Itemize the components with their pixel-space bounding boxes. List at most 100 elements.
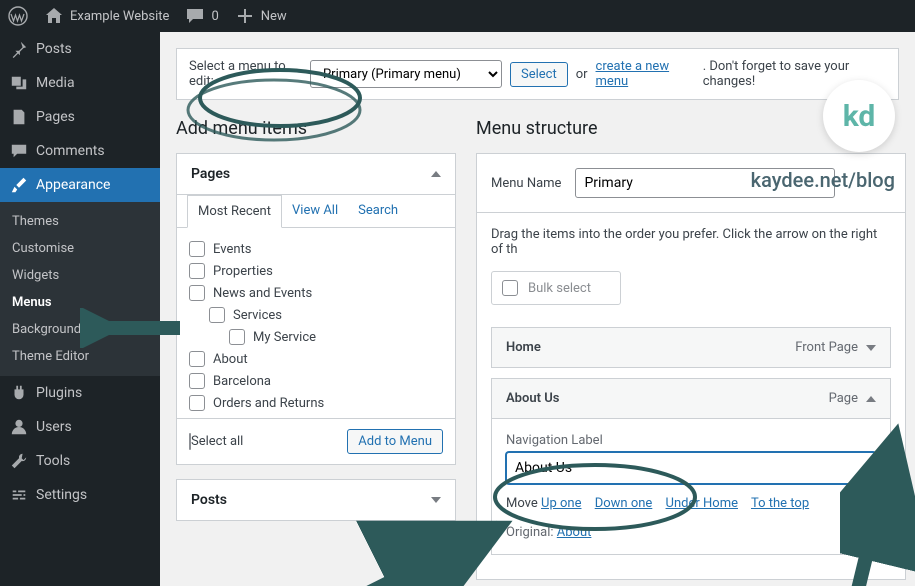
sidebar-item-label: Media xyxy=(36,75,75,91)
checkbox[interactable] xyxy=(189,285,205,301)
wrench-icon xyxy=(10,452,28,470)
sidebar-item-plugins[interactable]: Plugins xyxy=(0,376,160,410)
checkbox[interactable] xyxy=(189,351,205,367)
site-name[interactable]: Example Website xyxy=(36,0,177,32)
menu-item-body: Navigation Label Move Up one Down one Un… xyxy=(492,418,890,554)
pin-icon xyxy=(10,40,28,58)
list-item[interactable]: My Service xyxy=(189,326,443,348)
plug-icon xyxy=(10,384,28,402)
admin-sidebar: Posts Media Pages Comments Appearance Th… xyxy=(0,32,160,586)
page-icon xyxy=(10,108,28,126)
move-up-link[interactable]: Up one xyxy=(541,496,581,511)
menu-item-about[interactable]: About Us Page Navigation Label Move Up o… xyxy=(491,378,891,555)
sidebar-item-users[interactable]: Users xyxy=(0,410,160,444)
tab-most-recent[interactable]: Most Recent xyxy=(187,195,282,228)
user-icon xyxy=(10,418,28,436)
sidebar-item-appearance[interactable]: Appearance xyxy=(0,168,160,202)
list-item[interactable]: Services xyxy=(189,304,443,326)
list-item[interactable]: Properties xyxy=(189,260,443,282)
sidebar-item-label: Comments xyxy=(36,143,105,159)
checkbox[interactable] xyxy=(189,373,205,389)
comment-icon xyxy=(185,6,205,26)
new-content[interactable]: New xyxy=(227,0,295,32)
sidebar-submenu: Themes Customise Widgets Menus Backgroun… xyxy=(0,202,160,376)
list-item[interactable]: Events xyxy=(189,238,443,260)
move-down-link[interactable]: Down one xyxy=(595,496,653,511)
menu-item-type: Page xyxy=(829,391,858,406)
plus-icon xyxy=(235,6,255,26)
or-text: or xyxy=(576,67,588,82)
nav-label: Navigation Label xyxy=(506,433,876,448)
list-item[interactable]: Barcelona xyxy=(189,370,443,392)
checkbox[interactable] xyxy=(209,307,225,323)
select-all[interactable]: Select all xyxy=(189,434,243,449)
checkbox[interactable] xyxy=(189,263,205,279)
sidebar-item-media[interactable]: Media xyxy=(0,66,160,100)
nav-label-input[interactable] xyxy=(506,452,876,484)
accordion-title: Posts xyxy=(191,492,227,508)
menu-item-header[interactable]: Home Front Page xyxy=(492,328,890,367)
accordion-pages-header[interactable]: Pages xyxy=(177,154,455,195)
home-icon xyxy=(44,6,64,26)
checkbox[interactable] xyxy=(189,395,205,411)
sidebar-item-label: Users xyxy=(36,419,72,435)
sidebar-sub-background[interactable]: Background xyxy=(0,316,160,343)
sidebar-item-posts[interactable]: Posts xyxy=(0,32,160,66)
add-items-heading: Add menu items xyxy=(176,118,456,139)
sidebar-sub-themes[interactable]: Themes xyxy=(0,208,160,235)
pages-list[interactable]: Events Properties News and Events Servic… xyxy=(177,228,455,418)
sidebar-sub-menus[interactable]: Menus xyxy=(0,289,160,316)
menu-item-home[interactable]: Home Front Page xyxy=(491,327,891,368)
sidebar-item-label: Pages xyxy=(36,109,75,125)
sliders-icon xyxy=(10,486,28,504)
site-name-label: Example Website xyxy=(70,9,169,24)
checkbox[interactable] xyxy=(229,329,245,345)
brush-icon xyxy=(10,176,28,194)
tab-search[interactable]: Search xyxy=(348,195,408,227)
select-button[interactable]: Select xyxy=(510,62,568,87)
checkbox[interactable] xyxy=(189,241,205,257)
caret-down-icon[interactable] xyxy=(866,345,876,351)
accordion-posts-header[interactable]: Posts xyxy=(177,480,455,520)
list-item[interactable]: News and Events xyxy=(189,282,443,304)
sidebar-item-label: Appearance xyxy=(36,177,110,193)
sidebar-sub-theme-editor[interactable]: Theme Editor xyxy=(0,343,160,370)
menu-select-label: Select a menu to edit: xyxy=(189,59,302,89)
sidebar-sub-customise[interactable]: Customise xyxy=(0,235,160,262)
caret-down-icon xyxy=(431,497,441,503)
menu-structure-panel: Drag the items into the order you prefer… xyxy=(476,213,906,580)
move-under-link[interactable]: Under Home xyxy=(666,496,738,511)
tab-view-all[interactable]: View All xyxy=(282,195,348,227)
sidebar-item-tools[interactable]: Tools xyxy=(0,444,160,478)
wp-logo[interactable] xyxy=(0,0,36,32)
accordion-title: Pages xyxy=(191,166,230,182)
sidebar-item-settings[interactable]: Settings xyxy=(0,478,160,512)
menu-selector-row: Select a menu to edit: Primary (Primary … xyxy=(176,48,899,100)
menu-item-header[interactable]: About Us Page xyxy=(492,379,890,418)
list-item[interactable]: Orders and Returns xyxy=(189,392,443,414)
move-top-link[interactable]: To the top xyxy=(751,496,809,511)
checkbox[interactable] xyxy=(502,280,518,296)
sidebar-item-label: Settings xyxy=(36,487,87,503)
original-row: Original: About xyxy=(506,525,876,540)
move-row: Move Up one Down one Under Home To the t… xyxy=(506,496,876,511)
create-menu-link[interactable]: create a new menu xyxy=(596,59,695,89)
bulk-select[interactable]: Bulk select xyxy=(491,271,621,305)
caret-up-icon[interactable] xyxy=(866,396,876,402)
menu-select[interactable]: Primary (Primary menu) xyxy=(310,60,502,88)
sidebar-item-comments[interactable]: Comments xyxy=(0,134,160,168)
sidebar-sub-widgets[interactable]: Widgets xyxy=(0,262,160,289)
accordion-posts: Posts xyxy=(176,479,456,521)
original-link[interactable]: About xyxy=(557,525,592,540)
pages-tabs: Most Recent View All Search xyxy=(177,195,455,228)
menu-item-type: Front Page xyxy=(795,340,858,355)
sidebar-item-pages[interactable]: Pages xyxy=(0,100,160,134)
add-to-menu-button[interactable]: Add to Menu xyxy=(347,429,443,454)
accordion-pages: Pages Most Recent View All Search Events… xyxy=(176,153,456,465)
accordion-footer: Select all Add to Menu xyxy=(177,418,455,464)
list-item[interactable]: About xyxy=(189,348,443,370)
original-label: Original: xyxy=(506,525,554,540)
menu-name-label: Menu Name xyxy=(491,176,561,191)
comments[interactable]: 0 xyxy=(177,0,226,32)
move-label: Move xyxy=(506,496,538,511)
